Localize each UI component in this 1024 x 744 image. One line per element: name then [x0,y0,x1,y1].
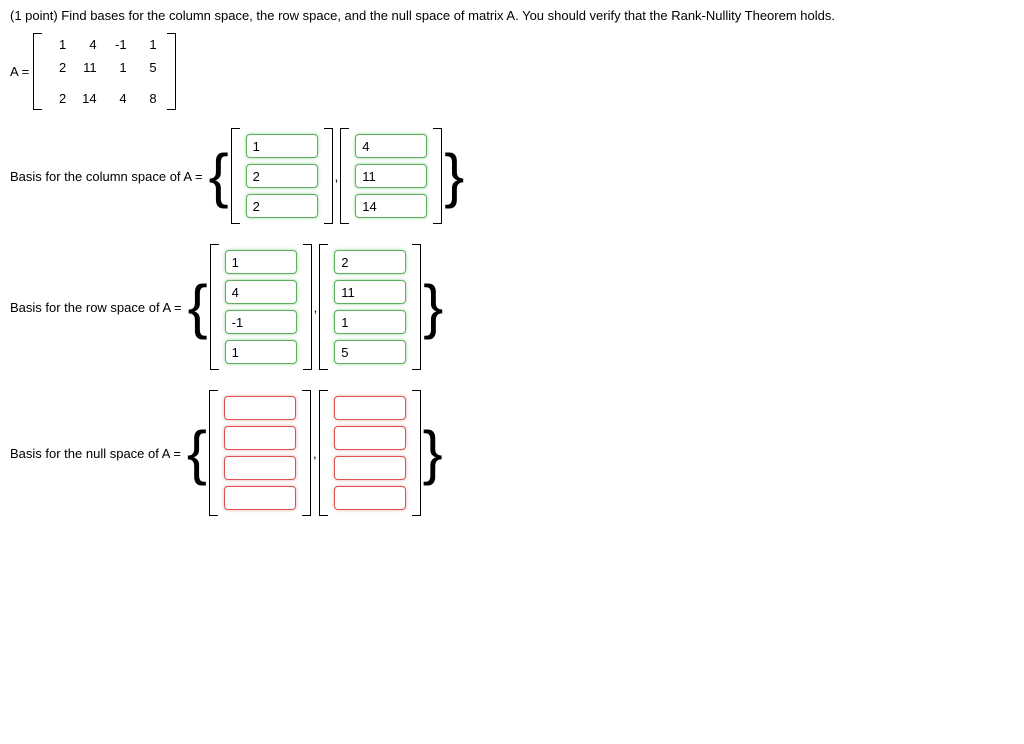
bracket-left [33,33,42,110]
colspace-v2-1[interactable] [355,134,427,158]
comma: , [311,446,319,461]
rowspace-v1-2[interactable] [225,280,297,304]
nullspace-label: Basis for the null space of A = [10,446,181,461]
rowspace-vec1 [210,244,312,370]
brace-right: } [442,146,466,206]
nullspace-v2-1[interactable] [334,396,406,420]
nullspace-v1-4[interactable] [224,486,296,510]
brace-right: } [421,423,445,483]
matrix-a-table: 14-11 21115 21448 [44,33,164,110]
colspace-vec2 [340,128,442,224]
nullspace-v2-4[interactable] [334,486,406,510]
nullspace-v2-3[interactable] [334,456,406,480]
rowspace-v2-3[interactable] [334,310,406,334]
rowspace-v2-2[interactable] [334,280,406,304]
nullspace-v2-2[interactable] [334,426,406,450]
rowspace-vec2 [319,244,421,370]
colspace-vec1 [231,128,333,224]
brace-right: } [421,277,445,337]
nullspace-vec1 [209,390,311,516]
nullspace-vec2 [319,390,421,516]
colspace-v1-3[interactable] [246,194,318,218]
colspace-v2-2[interactable] [355,164,427,188]
nullspace-v1-3[interactable] [224,456,296,480]
brace-left: { [185,423,209,483]
colspace-label: Basis for the column space of A = [10,169,203,184]
rowspace-v1-3[interactable] [225,310,297,334]
rowspace-v1-1[interactable] [225,250,297,274]
bracket-right [167,33,176,110]
rowspace-label: Basis for the row space of A = [10,300,182,315]
comma: , [312,300,320,315]
nullspace-v1-1[interactable] [224,396,296,420]
matrix-a: 14-11 21115 21448 [33,33,175,110]
colspace-v1-1[interactable] [246,134,318,158]
comma: , [333,169,341,184]
rowspace-v2-4[interactable] [334,340,406,364]
matrix-a-label: A = [10,64,29,79]
nullspace-v1-2[interactable] [224,426,296,450]
brace-left: { [186,277,210,337]
rowspace-v2-1[interactable] [334,250,406,274]
brace-left: { [207,146,231,206]
colspace-v2-3[interactable] [355,194,427,218]
rowspace-v1-4[interactable] [225,340,297,364]
question-text: (1 point) Find bases for the column spac… [10,8,1014,23]
colspace-v1-2[interactable] [246,164,318,188]
